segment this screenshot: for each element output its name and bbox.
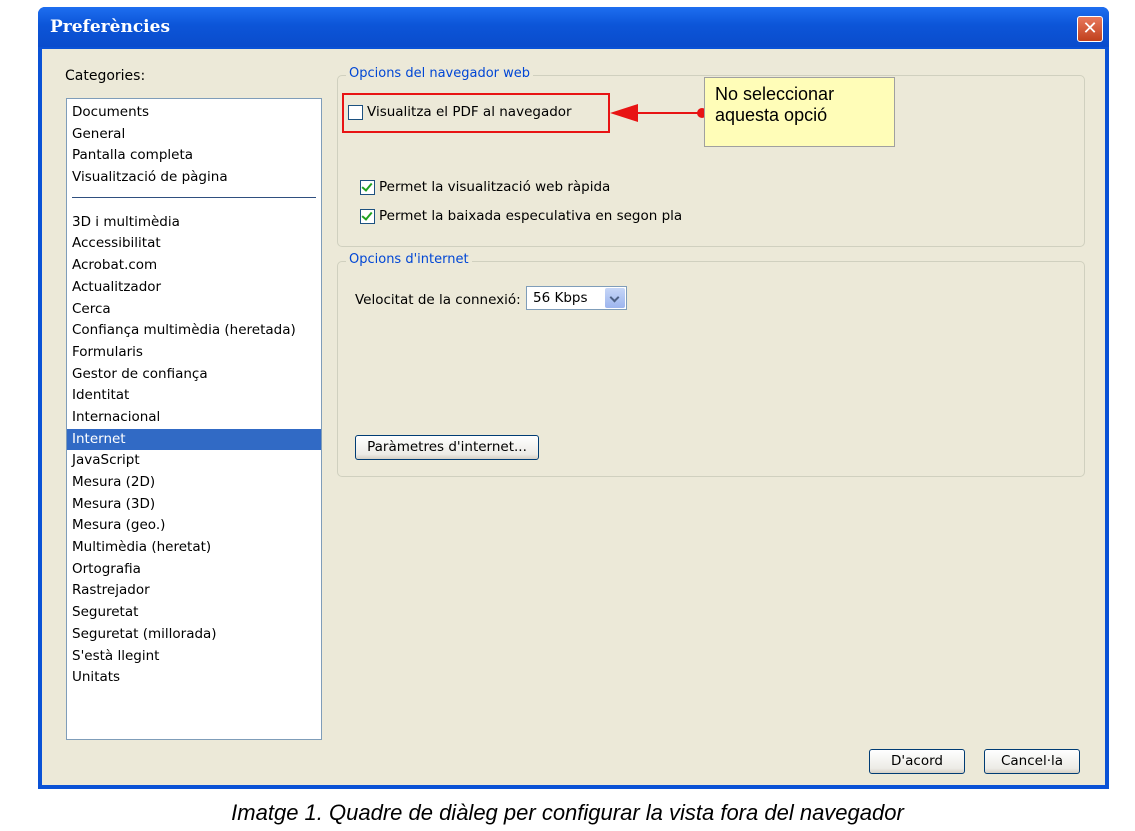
category-item[interactable]: Gestor de confiança <box>67 364 321 386</box>
category-item[interactable]: Visualització de pàgina <box>67 167 321 189</box>
fast-web-label: Permet la visualització web ràpida <box>379 179 611 195</box>
annotation-note: No seleccionar aquesta opció <box>704 77 895 147</box>
category-item[interactable]: Seguretat (millorada) <box>67 624 321 646</box>
category-item[interactable]: Acrobat.com <box>67 255 321 277</box>
annotation-note-line2: aquesta opció <box>715 105 828 125</box>
category-item[interactable]: Pantalla completa <box>67 145 321 167</box>
category-item[interactable]: Formularis <box>67 342 321 364</box>
category-item[interactable]: General <box>67 124 321 146</box>
category-item[interactable]: Seguretat <box>67 602 321 624</box>
internet-options-legend: Opcions d'internet <box>346 252 472 267</box>
fast-web-row: Permet la visualització web ràpida <box>360 179 610 195</box>
category-separator <box>72 196 316 198</box>
browser-options-legend: Opcions del navegador web <box>346 66 534 81</box>
internet-settings-button[interactable]: Paràmetres d'internet... <box>355 435 539 460</box>
category-item[interactable]: Mesura (3D) <box>67 494 321 516</box>
connection-speed-select[interactable]: 56 Kbps <box>526 286 627 310</box>
close-button[interactable]: ✕ <box>1077 16 1103 42</box>
category-item[interactable]: JavaScript <box>67 450 321 472</box>
category-item[interactable]: Accessibilitat <box>67 233 321 255</box>
speculative-download-checkbox[interactable] <box>360 208 375 224</box>
category-item[interactable]: Cerca <box>67 299 321 321</box>
category-item[interactable]: Identitat <box>67 385 321 407</box>
title-bar[interactable]: Preferències ✕ <box>38 7 1109 47</box>
connection-speed-label: Velocitat de la connexió: <box>355 292 521 308</box>
category-item[interactable]: Actualitzador <box>67 277 321 299</box>
category-item[interactable]: Internacional <box>67 407 321 429</box>
category-item[interactable]: S'està llegint <box>67 646 321 668</box>
annotation-highlight-box <box>342 93 610 133</box>
annotation-note-line1: No seleccionar <box>715 84 835 104</box>
category-item[interactable]: Ortografia <box>67 559 321 581</box>
category-item[interactable]: Documents <box>67 102 321 124</box>
speculative-label: Permet la baixada especulativa en segon … <box>379 208 683 224</box>
fast-web-view-checkbox[interactable] <box>360 179 375 195</box>
preferences-window: Preferències ✕ Categories: Documents Gen… <box>38 7 1109 789</box>
category-item-internet[interactable]: Internet <box>67 428 321 451</box>
category-item[interactable]: Confiança multimèdia (heretada) <box>67 320 321 342</box>
category-item[interactable]: Mesura (2D) <box>67 472 321 494</box>
ok-button[interactable]: D'acord <box>869 749 965 774</box>
speculative-row: Permet la baixada especulativa en segon … <box>360 208 682 224</box>
category-item[interactable]: 3D i multimèdia <box>67 212 321 234</box>
category-item[interactable]: Mesura (geo.) <box>67 515 321 537</box>
figure-caption: Imatge 1. Quadre de diàleg per configura… <box>231 800 904 825</box>
categories-label: Categories: <box>65 68 146 84</box>
category-item[interactable]: Rastrejador <box>67 580 321 602</box>
connection-speed-value: 56 Kbps <box>533 290 588 306</box>
chevron-down-icon[interactable] <box>605 288 625 308</box>
window-title: Preferències <box>50 17 171 37</box>
categories-list[interactable]: Documents General Pantalla completa Visu… <box>66 98 322 740</box>
category-item[interactable]: Multimèdia (heretat) <box>67 537 321 559</box>
cancel-button[interactable]: Cancel·la <box>984 749 1080 774</box>
category-item[interactable]: Unitats <box>67 667 321 689</box>
annotation-arrow-icon <box>610 104 707 122</box>
dialog-body: Categories: Documents General Pantalla c… <box>42 49 1105 785</box>
